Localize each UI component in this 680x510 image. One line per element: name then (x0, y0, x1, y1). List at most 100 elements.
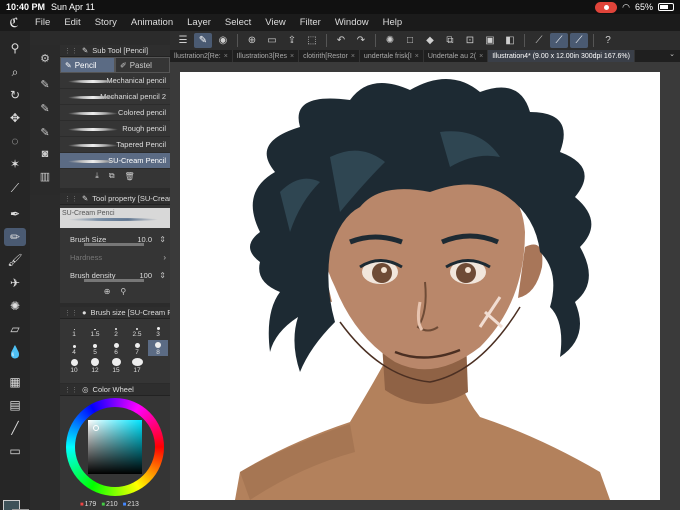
slider-bar[interactable] (84, 279, 144, 282)
brush-item[interactable]: Mechanical pencil 2 (60, 89, 170, 105)
stepper-icon[interactable]: ⇕ (159, 271, 166, 280)
loading-icon[interactable]: ✺ (381, 33, 399, 48)
magnifier-icon[interactable]: ⌕ (4, 63, 26, 81)
stabilizer-icon[interactable]: ⟋ (530, 33, 548, 48)
app-logo-icon[interactable]: ℭ (0, 15, 28, 31)
tab-document[interactable]: undertale frisk[I × (360, 50, 424, 62)
clear-icon[interactable]: □ (401, 33, 419, 48)
fill-icon[interactable]: ◆ (421, 33, 439, 48)
menu-select[interactable]: Select (218, 17, 258, 28)
color-picker-cursor[interactable] (93, 425, 99, 431)
slider-bar[interactable] (84, 243, 144, 246)
size-preset[interactable]: 1 (64, 322, 84, 338)
airbrush-icon[interactable]: ✈ (4, 274, 26, 292)
lasso-icon[interactable]: ◌ (4, 132, 26, 150)
size-preset[interactable]: 3 (148, 322, 168, 338)
tab-document[interactable]: llustration2[Re: × (170, 50, 233, 62)
rotate-icon[interactable]: ↻ (4, 86, 26, 104)
move-icon[interactable]: ✥ (4, 109, 26, 127)
brush-item[interactable]: Colored pencil (60, 105, 170, 121)
new-canvas-icon[interactable]: ⊕ (243, 33, 261, 48)
blend-icon[interactable]: 💧 (4, 343, 26, 361)
undo-icon[interactable]: ↶ (332, 33, 350, 48)
smoothing-icon[interactable]: ⟋ (550, 33, 568, 48)
help-icon[interactable]: ? (599, 33, 617, 48)
menu-help[interactable]: Help (376, 17, 410, 28)
pencil-group-icon[interactable]: ✎ (35, 75, 55, 93)
chevron-down-icon[interactable]: ⌄ (664, 50, 680, 62)
magic-wand-icon[interactable]: ✶ (4, 155, 26, 173)
hamburger-icon[interactable]: ☰ (174, 33, 192, 48)
stepper-icon[interactable]: ⇕ (159, 235, 166, 244)
deselect-icon[interactable]: ⊡ (461, 33, 479, 48)
pencil-icon[interactable]: ✏ (4, 228, 26, 246)
gradient-icon[interactable]: ▤ (4, 396, 26, 414)
invert-selection-icon[interactable]: ◧ (501, 33, 519, 48)
add-icon[interactable]: ⊕ (104, 287, 111, 296)
size-preset[interactable]: 4 (64, 340, 84, 356)
ink-group-icon[interactable]: ✎ (35, 123, 55, 141)
brush-item[interactable]: Tapered Pencil (60, 137, 170, 153)
brush-icon[interactable]: 🖌 (4, 251, 26, 269)
zoom-icon[interactable]: ⚲ (4, 39, 26, 57)
size-preset[interactable]: 6 (106, 340, 126, 356)
trash-icon[interactable]: 🗑 (125, 172, 135, 181)
figure-icon[interactable]: ╱ (4, 419, 26, 437)
ruler-snap-icon[interactable]: ⟋ (570, 33, 588, 48)
download-icon[interactable]: ⤓ (95, 171, 99, 181)
open-folder-icon[interactable]: ▭ (263, 33, 281, 48)
size-preset[interactable]: 17 (127, 358, 147, 374)
menu-view[interactable]: View (258, 17, 292, 28)
crop-icon[interactable]: ▣ (481, 33, 499, 48)
chevron-right-icon[interactable]: › (163, 253, 166, 262)
fill-bucket-icon[interactable]: ▦ (4, 373, 26, 391)
menu-layer[interactable]: Layer (180, 17, 218, 28)
tab-document[interactable]: Illustration3[Res × (233, 50, 300, 62)
tab-pencil[interactable]: ✎ Pencil (60, 57, 115, 73)
duplicate-icon[interactable]: ⧉ (109, 171, 115, 181)
save-icon[interactable]: ⇪ (283, 33, 301, 48)
brush-density-property[interactable]: Brush density 100 ⇕ (60, 266, 170, 284)
text-icon[interactable]: ▭ (4, 442, 26, 460)
pen-pressure-icon[interactable]: ✎ (194, 33, 212, 48)
size-preset-selected[interactable]: 8 (148, 340, 168, 356)
tab-document-active[interactable]: Illustration4* (9.00 x 12.00in 300dpi 16… (488, 50, 635, 62)
close-icon[interactable]: × (415, 53, 419, 60)
tab-document[interactable]: Undertale au 2(× (424, 50, 489, 62)
close-icon[interactable]: × (351, 53, 355, 60)
menu-filter[interactable]: Filter (293, 17, 328, 28)
eyedropper-icon[interactable]: ⟋ (4, 179, 26, 197)
close-icon[interactable]: × (224, 53, 228, 60)
pen-icon[interactable]: ✒ (4, 205, 26, 223)
brush-item[interactable]: Rough pencil (60, 121, 170, 137)
size-preset[interactable]: 2.5 (127, 322, 147, 338)
size-preset[interactable]: 12 (85, 358, 105, 374)
eraser-icon[interactable]: ▱ (4, 320, 26, 338)
export-icon[interactable]: ⬚ (303, 33, 321, 48)
transform-icon[interactable]: ⧉ (441, 33, 459, 48)
menu-window[interactable]: Window (328, 17, 376, 28)
material-icon[interactable]: ◙ (35, 145, 55, 163)
brush-size-property[interactable]: Brush Size 10.0 ⇕ (60, 230, 170, 248)
decoration-icon[interactable]: ✺ (4, 297, 26, 315)
tab-document[interactable]: clotirith[Restor × (299, 50, 360, 62)
wrench-icon[interactable]: ⚲ (120, 287, 126, 296)
menu-story[interactable]: Story (88, 17, 124, 28)
size-preset[interactable]: 7 (127, 340, 147, 356)
size-preset[interactable]: 1.5 (85, 322, 105, 338)
view-icon[interactable]: ◉ (214, 33, 232, 48)
redo-icon[interactable]: ↷ (352, 33, 370, 48)
layer-icon[interactable]: ▥ (35, 167, 55, 185)
brush-item-selected[interactable]: SU-Cream Pencil (60, 153, 170, 169)
menu-edit[interactable]: Edit (57, 17, 87, 28)
settings-icon[interactable]: ⚙ (35, 49, 55, 67)
menu-animation[interactable]: Animation (124, 17, 180, 28)
canvas-area[interactable] (170, 62, 680, 510)
menu-file[interactable]: File (28, 17, 57, 28)
pen-group-icon[interactable]: ✎ (35, 99, 55, 117)
canvas-paper[interactable] (180, 72, 660, 500)
close-icon[interactable]: × (479, 53, 483, 60)
size-preset[interactable]: 15 (106, 358, 126, 374)
size-preset[interactable]: 10 (64, 358, 84, 374)
saturation-value-square[interactable] (88, 420, 142, 474)
